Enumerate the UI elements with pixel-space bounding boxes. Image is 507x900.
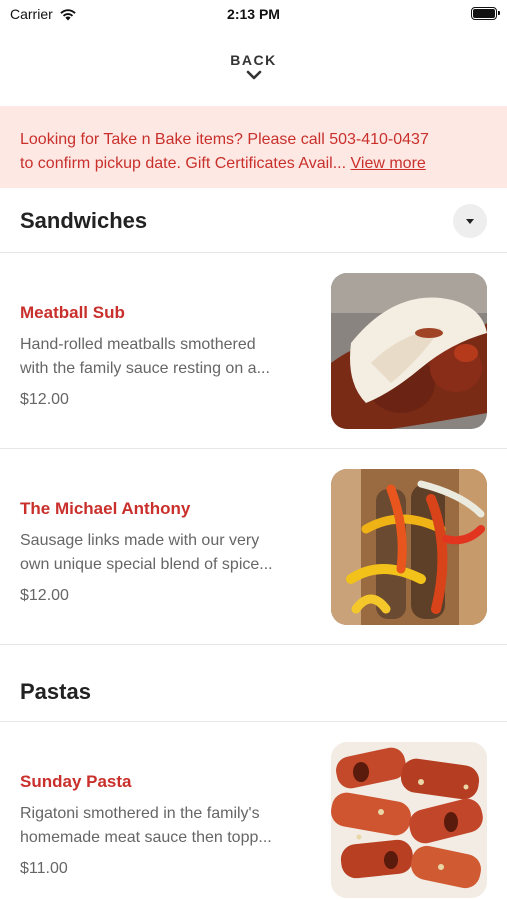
menu-item[interactable]: Sunday Pasta Rigatoni smothered in the f… <box>0 722 507 900</box>
item-description: Rigatoni smothered in the family's homem… <box>20 802 310 850</box>
sausage-peppers-sub-photo[interactable] <box>331 469 487 625</box>
section-header-pastas: Pastas <box>0 645 507 722</box>
item-description-line: Sausage links made with our very <box>20 532 260 549</box>
item-name: The Michael Anthony <box>20 499 191 518</box>
menu-item[interactable]: Meatball Sub Hand-rolled meatballs smoth… <box>0 253 507 449</box>
battery-icon <box>471 7 500 20</box>
item-description-line: Rigatoni smothered in the family's <box>20 805 260 822</box>
banner-text-line-2-content: to confirm pickup date. Gift Certificate… <box>20 155 347 172</box>
back-button[interactable]: BACK <box>0 52 507 80</box>
item-name: Meatball Sub <box>20 303 125 322</box>
status-bar: Carrier 2:13 PM <box>0 0 507 28</box>
item-description-line: own unique special blend of spice... <box>20 556 273 573</box>
announcement-banner: Looking for Take n Bake items? Please ca… <box>0 106 507 188</box>
menu-item[interactable]: The Michael Anthony Sausage links made w… <box>0 449 507 645</box>
banner-text-line-1: Looking for Take n Bake items? Please ca… <box>20 131 429 148</box>
item-description-line: Hand-rolled meatballs smothered <box>20 336 256 353</box>
caret-down-icon <box>466 218 474 224</box>
rigatoni-pasta-photo[interactable] <box>331 742 487 898</box>
item-price: $11.00 <box>20 860 68 877</box>
collapse-section-button[interactable] <box>453 204 487 238</box>
item-description-line: homemade meat sauce then topp... <box>20 829 272 846</box>
meatball-sub-photo[interactable] <box>331 273 487 429</box>
back-label: BACK <box>230 52 277 68</box>
item-description-line: with the family sauce resting on a... <box>20 360 270 377</box>
section-header-sandwiches[interactable]: Sandwiches <box>0 188 507 253</box>
item-description: Sausage links made with our very own uni… <box>20 529 310 577</box>
item-description: Hand-rolled meatballs smothered with the… <box>20 333 310 381</box>
item-price: $12.00 <box>20 391 69 408</box>
clock: 2:13 PM <box>227 6 280 22</box>
banner-text-line-2: to confirm pickup date. Gift Certificate… <box>20 152 487 176</box>
chevron-down-icon <box>246 70 261 80</box>
item-name: Sunday Pasta <box>20 772 132 791</box>
view-more-link[interactable]: View more <box>351 155 426 172</box>
item-price: $12.00 <box>20 587 69 604</box>
section-title: Pastas <box>20 679 91 704</box>
section-title: Sandwiches <box>20 208 148 233</box>
